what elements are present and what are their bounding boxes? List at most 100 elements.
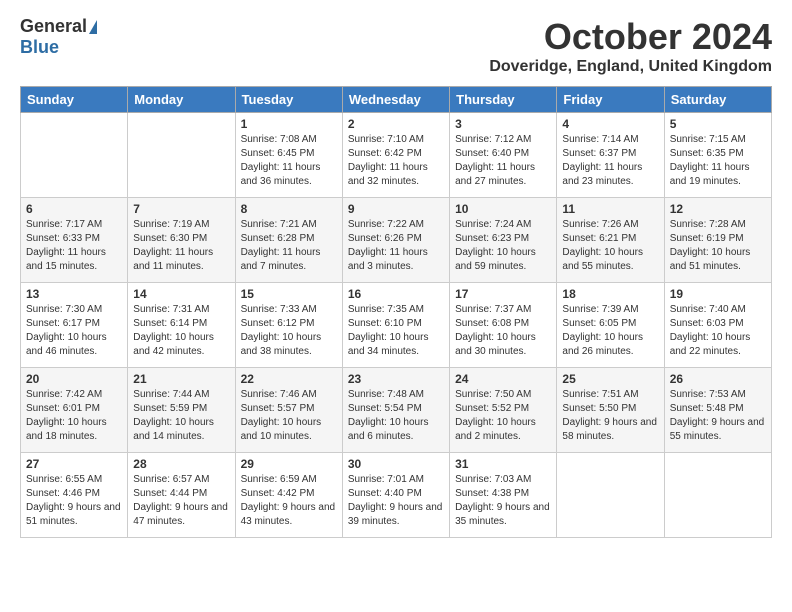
day-number: 1: [241, 117, 337, 131]
calendar-cell: [21, 113, 128, 198]
location-title: Doveridge, England, United Kingdom: [489, 58, 772, 76]
day-number: 8: [241, 202, 337, 216]
day-number: 23: [348, 372, 444, 386]
day-content: Sunrise: 7:33 AM Sunset: 6:12 PM Dayligh…: [241, 303, 337, 359]
calendar-cell: 26Sunrise: 7:53 AM Sunset: 5:48 PM Dayli…: [664, 368, 771, 453]
day-content: Sunrise: 6:59 AM Sunset: 4:42 PM Dayligh…: [241, 473, 337, 529]
day-content: Sunrise: 7:50 AM Sunset: 5:52 PM Dayligh…: [455, 388, 551, 444]
calendar-cell: 10 Sunrise: 7:24 AM Sunset: 6:23 PM Dayli…: [450, 198, 557, 283]
logo-general: General: [20, 16, 87, 37]
logo-icon: [89, 20, 97, 34]
day-content: Sunrise: 7:31 AM Sunset: 6:14 PM Dayligh…: [133, 303, 229, 359]
calendar-cell: 4 Sunrise: 7:14 AM Sunset: 6:37 PM Daylig…: [557, 113, 664, 198]
calendar-week-1: 1 Sunrise: 7:08 AM Sunset: 6:45 PM Daylig…: [21, 113, 772, 198]
day-number: 21: [133, 372, 229, 386]
day-number: 4: [562, 117, 658, 131]
day-content: Sunrise: 7:44 AM Sunset: 5:59 PM Dayligh…: [133, 388, 229, 444]
day-number: 5: [670, 117, 766, 131]
day-content: Sunrise: 7:37 AM Sunset: 6:08 PM Dayligh…: [455, 303, 551, 359]
day-content: Sunrise: 6:55 AM Sunset: 4:46 PM Dayligh…: [26, 473, 122, 529]
day-number: 27: [26, 457, 122, 471]
calendar-cell: 5 Sunrise: 7:15 AM Sunset: 6:35 PM Daylig…: [664, 113, 771, 198]
day-number: 7: [133, 202, 229, 216]
day-number: 26: [670, 372, 766, 386]
calendar-cell: 7 Sunrise: 7:19 AM Sunset: 6:30 PM Daylig…: [128, 198, 235, 283]
day-content: Sunrise: 6:57 AM Sunset: 4:44 PM Dayligh…: [133, 473, 229, 529]
day-content: Sunrise: 7:51 AM Sunset: 5:50 PM Dayligh…: [562, 388, 658, 444]
calendar-cell: [128, 113, 235, 198]
day-content: Sunrise: 7:15 AM Sunset: 6:35 PM Dayligh…: [670, 133, 766, 189]
day-number: 9: [348, 202, 444, 216]
day-number: 28: [133, 457, 229, 471]
calendar-cell: 14 Sunrise: 7:31 AM Sunset: 6:14 PM Dayli…: [128, 283, 235, 368]
title-area: October 2024 Doveridge, England, United …: [489, 16, 772, 76]
day-content: Sunrise: 7:30 AM Sunset: 6:17 PM Dayligh…: [26, 303, 122, 359]
day-number: 3: [455, 117, 551, 131]
day-content: Sunrise: 7:03 AM Sunset: 4:38 PM Dayligh…: [455, 473, 551, 529]
day-number: 18: [562, 287, 658, 301]
calendar-cell: 11 Sunrise: 7:26 AM Sunset: 6:21 PM Dayli…: [557, 198, 664, 283]
day-content: Sunrise: 7:24 AM Sunset: 6:23 PM Dayligh…: [455, 218, 551, 274]
day-content: Sunrise: 7:42 AM Sunset: 6:01 PM Dayligh…: [26, 388, 122, 444]
day-content: Sunrise: 7:19 AM Sunset: 6:30 PM Dayligh…: [133, 218, 229, 274]
day-content: Sunrise: 7:40 AM Sunset: 6:03 PM Dayligh…: [670, 303, 766, 359]
calendar-header-thursday: Thursday: [450, 87, 557, 113]
calendar-header-saturday: Saturday: [664, 87, 771, 113]
day-content: Sunrise: 7:14 AM Sunset: 6:37 PM Dayligh…: [562, 133, 658, 189]
logo-blue: Blue: [20, 37, 59, 58]
calendar-cell: 27 Sunrise: 6:55 AM Sunset: 4:46 PM Dayli…: [21, 453, 128, 538]
day-number: 15: [241, 287, 337, 301]
day-number: 10: [455, 202, 551, 216]
calendar-week-3: 13Sunrise: 7:30 AM Sunset: 6:17 PM Dayli…: [21, 283, 772, 368]
day-content: Sunrise: 7:26 AM Sunset: 6:21 PM Dayligh…: [562, 218, 658, 274]
calendar-week-5: 27 Sunrise: 6:55 AM Sunset: 4:46 PM Dayli…: [21, 453, 772, 538]
logo: General Blue: [20, 16, 97, 58]
day-number: 19: [670, 287, 766, 301]
calendar-cell: 3 Sunrise: 7:12 AM Sunset: 6:40 PM Daylig…: [450, 113, 557, 198]
day-number: 20: [26, 372, 122, 386]
calendar-cell: 15 Sunrise: 7:33 AM Sunset: 6:12 PM Dayli…: [235, 283, 342, 368]
day-number: 17: [455, 287, 551, 301]
day-content: Sunrise: 7:08 AM Sunset: 6:45 PM Dayligh…: [241, 133, 337, 189]
day-number: 11: [562, 202, 658, 216]
day-content: Sunrise: 7:12 AM Sunset: 6:40 PM Dayligh…: [455, 133, 551, 189]
calendar-header-monday: Monday: [128, 87, 235, 113]
calendar-cell: 9 Sunrise: 7:22 AM Sunset: 6:26 PM Daylig…: [342, 198, 449, 283]
calendar-cell: 28 Sunrise: 6:57 AM Sunset: 4:44 PM Dayli…: [128, 453, 235, 538]
day-content: Sunrise: 7:21 AM Sunset: 6:28 PM Dayligh…: [241, 218, 337, 274]
calendar-cell: 30 Sunrise: 7:01 AM Sunset: 4:40 PM Dayli…: [342, 453, 449, 538]
calendar-cell: 12 Sunrise: 7:28 AM Sunset: 6:19 PM Dayli…: [664, 198, 771, 283]
calendar-header-sunday: Sunday: [21, 87, 128, 113]
day-number: 25: [562, 372, 658, 386]
calendar-week-2: 6Sunrise: 7:17 AM Sunset: 6:33 PM Daylig…: [21, 198, 772, 283]
calendar-cell: [664, 453, 771, 538]
calendar-cell: 1 Sunrise: 7:08 AM Sunset: 6:45 PM Daylig…: [235, 113, 342, 198]
calendar-cell: 24 Sunrise: 7:50 AM Sunset: 5:52 PM Dayli…: [450, 368, 557, 453]
day-number: 6: [26, 202, 122, 216]
calendar-cell: 17 Sunrise: 7:37 AM Sunset: 6:08 PM Dayli…: [450, 283, 557, 368]
header: General Blue October 2024 Doveridge, Eng…: [20, 16, 772, 76]
day-number: 30: [348, 457, 444, 471]
day-number: 24: [455, 372, 551, 386]
day-number: 14: [133, 287, 229, 301]
calendar-cell: 8 Sunrise: 7:21 AM Sunset: 6:28 PM Daylig…: [235, 198, 342, 283]
calendar-header-wednesday: Wednesday: [342, 87, 449, 113]
day-number: 22: [241, 372, 337, 386]
calendar-cell: 29 Sunrise: 6:59 AM Sunset: 4:42 PM Dayli…: [235, 453, 342, 538]
day-content: Sunrise: 7:46 AM Sunset: 5:57 PM Dayligh…: [241, 388, 337, 444]
calendar-cell: 18Sunrise: 7:39 AM Sunset: 6:05 PM Dayli…: [557, 283, 664, 368]
day-number: 29: [241, 457, 337, 471]
day-content: Sunrise: 7:28 AM Sunset: 6:19 PM Dayligh…: [670, 218, 766, 274]
calendar-header-tuesday: Tuesday: [235, 87, 342, 113]
calendar-cell: 19 Sunrise: 7:40 AM Sunset: 6:03 PM Dayli…: [664, 283, 771, 368]
calendar-cell: 16Sunrise: 7:35 AM Sunset: 6:10 PM Dayli…: [342, 283, 449, 368]
calendar-cell: [557, 453, 664, 538]
day-content: Sunrise: 7:48 AM Sunset: 5:54 PM Dayligh…: [348, 388, 444, 444]
calendar-cell: 22 Sunrise: 7:46 AM Sunset: 5:57 PM Dayli…: [235, 368, 342, 453]
day-content: Sunrise: 7:35 AM Sunset: 6:10 PM Dayligh…: [348, 303, 444, 359]
month-title: October 2024: [489, 16, 772, 58]
day-content: Sunrise: 7:22 AM Sunset: 6:26 PM Dayligh…: [348, 218, 444, 274]
day-number: 12: [670, 202, 766, 216]
calendar-cell: 23 Sunrise: 7:48 AM Sunset: 5:54 PM Dayli…: [342, 368, 449, 453]
day-content: Sunrise: 7:01 AM Sunset: 4:40 PM Dayligh…: [348, 473, 444, 529]
